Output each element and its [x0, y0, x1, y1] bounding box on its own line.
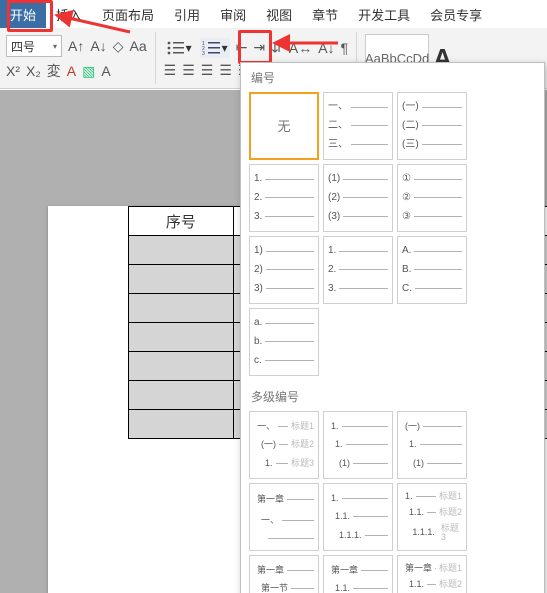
- separator: [155, 32, 156, 84]
- numbering-option[interactable]: A.B.C.: [397, 236, 467, 304]
- tab-insert[interactable]: 插入: [46, 0, 92, 28]
- multilevel-option[interactable]: 第一章1.1.1.1.1.: [323, 555, 393, 593]
- tab-member[interactable]: 会员专享: [420, 0, 492, 28]
- line-spacing-icon[interactable]: ⇵: [271, 39, 283, 56]
- clear-format-icon[interactable]: ◇: [113, 38, 124, 55]
- font-color-icon[interactable]: A: [67, 63, 76, 79]
- sort-icon[interactable]: A↓: [318, 40, 334, 56]
- align-right-icon[interactable]: ☰: [201, 62, 214, 79]
- show-marks-icon[interactable]: ¶: [341, 40, 349, 56]
- numbering-option[interactable]: ①②③: [397, 164, 467, 232]
- numbered-list-button[interactable]: 123▾: [200, 38, 230, 58]
- change-case-icon[interactable]: Aa: [130, 38, 147, 54]
- menubar: 开始 插入 页面布局 引用 审阅 视图 章节 开发工具 会员专享: [0, 0, 547, 28]
- numbering-option-none[interactable]: 无: [249, 92, 319, 160]
- chevron-down-icon: ▾: [53, 42, 57, 51]
- align-left-icon[interactable]: ☰: [164, 62, 177, 79]
- multilevel-option[interactable]: (一)1.(1): [397, 411, 467, 479]
- align-center-icon[interactable]: ☰: [182, 62, 195, 79]
- bullet-list-button[interactable]: ▾: [164, 38, 194, 58]
- tab-dev[interactable]: 开发工具: [348, 0, 420, 28]
- highlight-icon[interactable]: ▧: [82, 63, 95, 80]
- multilevel-option[interactable]: 第一章标题11.1.标题21.1.1.标题3: [397, 555, 467, 593]
- svg-text:3: 3: [202, 51, 205, 56]
- font-size-value: 四号: [11, 38, 35, 55]
- numbering-option[interactable]: 1.2.3.: [249, 164, 319, 232]
- font-size-combo[interactable]: 四号 ▾: [6, 35, 62, 57]
- multilevel-option[interactable]: 第一章第一节第一条: [249, 555, 319, 593]
- numbering-grid: 无一、二、三、(一)(二)(三) 1.2.3.(1)(2)(3)①②③ 1)2)3)…: [241, 88, 544, 382]
- superscript-icon[interactable]: X²: [6, 63, 20, 79]
- phonetic-icon[interactable]: 変: [47, 61, 61, 81]
- tab-start[interactable]: 开始: [0, 0, 46, 28]
- tab-layout[interactable]: 页面布局: [92, 0, 164, 28]
- tab-view[interactable]: 视图: [256, 0, 302, 28]
- multilevel-option[interactable]: 1.标题11.1.标题21.1.1.标题3: [397, 483, 467, 551]
- tab-ref[interactable]: 引用: [164, 0, 210, 28]
- text-direction-icon[interactable]: A↔: [289, 40, 312, 56]
- panel-section-title: 编号: [241, 63, 544, 88]
- multilevel-option[interactable]: 第一章一、: [249, 483, 319, 551]
- numbering-dropdown: 编号 无一、二、三、(一)(二)(三) 1.2.3.(1)(2)(3)①②③ 1)2…: [240, 62, 545, 593]
- multilevel-grid: 一、标题1(一)标题21.标题31.1.(1)(一)1.(1) 第一章一、1.1.…: [241, 407, 544, 593]
- numbering-option[interactable]: (一)(二)(三): [397, 92, 467, 160]
- panel-section-title-multi: 多级编号: [241, 382, 544, 407]
- shrink-font-icon[interactable]: A↓: [90, 38, 106, 54]
- increase-indent-icon[interactable]: ⇥: [253, 39, 265, 56]
- tab-review[interactable]: 审阅: [210, 0, 256, 28]
- tab-chapter[interactable]: 章节: [302, 0, 348, 28]
- multilevel-option[interactable]: 1.1.1.1.1.1.: [323, 483, 393, 551]
- char-border-icon[interactable]: A: [101, 63, 110, 79]
- numbering-option[interactable]: 一、二、三、: [323, 92, 393, 160]
- multilevel-option[interactable]: 一、标题1(一)标题21.标题3: [249, 411, 319, 479]
- multilevel-option[interactable]: 1.1.(1): [323, 411, 393, 479]
- decrease-indent-icon[interactable]: ⇤: [236, 39, 248, 56]
- numbering-option[interactable]: 1)2)3): [249, 236, 319, 304]
- table-header-cell[interactable]: 序号: [129, 207, 234, 236]
- align-justify-icon[interactable]: ☰: [219, 62, 232, 79]
- subscript-icon[interactable]: X₂: [26, 63, 41, 79]
- numbering-option[interactable]: 1.2.3.: [323, 236, 393, 304]
- grow-font-icon[interactable]: A↑: [68, 38, 84, 54]
- numbering-option[interactable]: a.b.c.: [249, 308, 319, 376]
- numbering-option[interactable]: (1)(2)(3): [323, 164, 393, 232]
